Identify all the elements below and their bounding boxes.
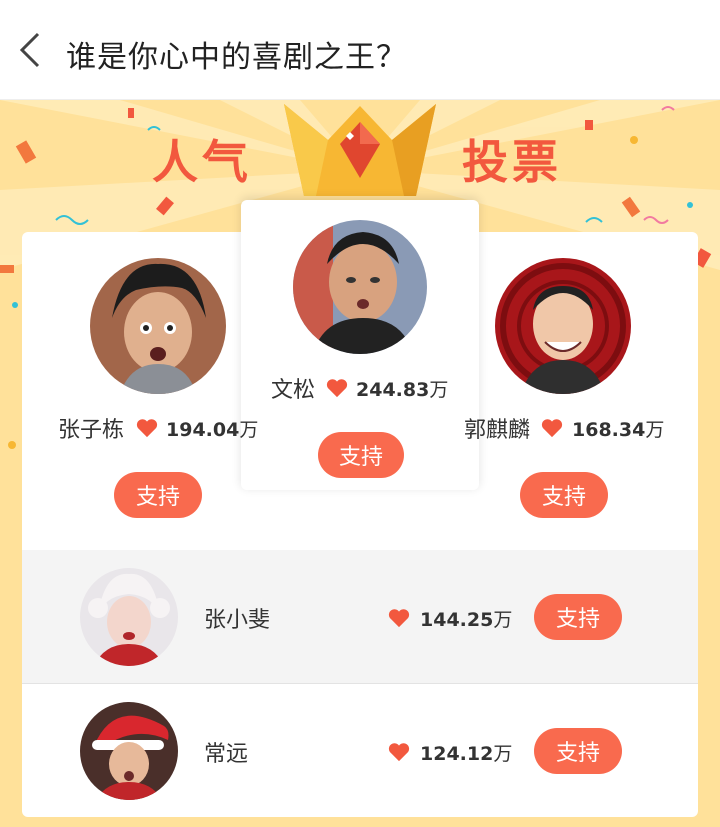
candidate-name-list-1: 张小斐 [204, 608, 271, 633]
avatar-rank-2 [90, 258, 226, 394]
vote-unit-rank-2: 万 [239, 419, 259, 441]
heart-icon [136, 419, 158, 438]
support-button-rank-3[interactable]: 支持 [520, 472, 608, 518]
candidate-name-rank-3: 郭麒麟 [464, 418, 531, 443]
vote-number-rank-3: 168.34 [572, 419, 646, 441]
avatar-list-1 [80, 568, 178, 666]
app-header: 谁是你心中的喜剧之王？ [0, 0, 720, 100]
person-photo-icon [90, 258, 226, 394]
avatar-rank-3 [495, 258, 631, 394]
support-button-rank-2[interactable]: 支持 [114, 472, 202, 518]
vote-count-rank-2: 194.04万 [166, 415, 258, 442]
vote-count-list-1: 144.25万 [420, 605, 512, 632]
vote-unit-list-2: 万 [493, 743, 513, 765]
person-photo-icon [293, 220, 427, 354]
person-photo-icon [80, 568, 178, 666]
vote-unit-rank-1: 万 [429, 379, 449, 401]
vote-unit-rank-3: 万 [645, 419, 665, 441]
vote-number-rank-2: 194.04 [166, 419, 240, 441]
support-button-rank-1[interactable]: 支持 [318, 432, 404, 478]
avatar-list-2 [80, 702, 178, 800]
crown-icon [284, 104, 436, 196]
person-photo-icon [495, 258, 631, 394]
avatar-rank-1 [293, 220, 427, 354]
heart-icon [541, 419, 563, 438]
heart-icon [388, 609, 410, 628]
banner-vote-text: 投票 [462, 135, 562, 189]
vote-number-list-2: 124.12 [420, 743, 494, 765]
vote-count-list-2: 124.12万 [420, 739, 512, 766]
vote-number-list-1: 144.25 [420, 609, 494, 631]
candidate-name-rank-2: 张子栋 [58, 418, 125, 443]
banner-popular-text: 人气 [152, 135, 252, 189]
support-button-list-1[interactable]: 支持 [534, 594, 622, 640]
list-item: 常远 124.12万 支持 [22, 684, 698, 800]
vote-unit-list-1: 万 [493, 609, 513, 631]
vote-number-rank-1: 244.83 [356, 379, 430, 401]
back-button[interactable] [14, 30, 48, 70]
vote-count-rank-1: 244.83万 [356, 375, 448, 402]
page-title: 谁是你心中的喜剧之王？ [66, 40, 407, 75]
person-photo-icon [80, 702, 178, 800]
vote-count-rank-3: 168.34万 [572, 415, 664, 442]
candidate-name-list-2: 常远 [204, 742, 249, 767]
candidate-name-rank-1: 文松 [271, 378, 316, 403]
list-item: 张小斐 144.25万 支持 [22, 550, 698, 684]
chevron-left-icon [19, 32, 40, 68]
support-button-list-2[interactable]: 支持 [534, 728, 622, 774]
heart-icon [326, 379, 348, 398]
heart-icon [388, 743, 410, 762]
